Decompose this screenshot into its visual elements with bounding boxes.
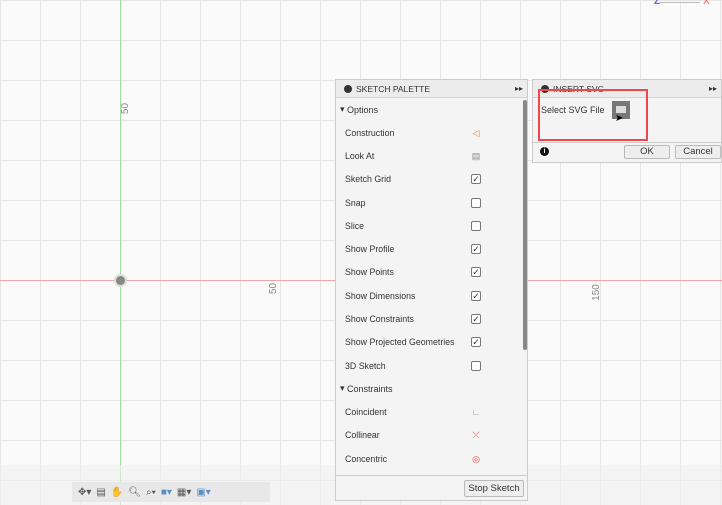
viewports-icon[interactable]: ▣▾ <box>196 487 210 498</box>
expand-icon[interactable]: ▸▸ <box>515 84 523 93</box>
highlight-box <box>538 89 648 141</box>
checkbox[interactable] <box>471 197 481 208</box>
checkbox[interactable]: ✓ <box>471 290 481 301</box>
collinear-icon[interactable]: ⤫ <box>471 430 481 440</box>
constraint-concentric[interactable]: Concentric ◎ <box>336 447 527 470</box>
option-label: Show Projected Geometries <box>345 337 455 348</box>
stop-sketch-button[interactable]: Stop Sketch <box>464 480 524 497</box>
constraints-label: Constraints <box>347 383 393 394</box>
sketch-palette-title: SKETCH PALETTE <box>356 83 430 94</box>
pan-icon[interactable]: ✋ <box>111 487 123 498</box>
option-sketch-grid[interactable]: Sketch Grid ✓ <box>336 168 527 191</box>
options-section-header[interactable]: ▾ Options <box>336 98 527 121</box>
constraint-label: Concentric <box>345 453 388 464</box>
collapse-icon[interactable] <box>344 84 352 93</box>
insert-svg-dialog: INSERT SVG ▸▸ Select SVG File ➤ i OK Canc… <box>532 79 722 163</box>
cancel-button[interactable]: Cancel <box>675 145 721 159</box>
option-label: Sketch Grid <box>345 174 391 185</box>
palette-scrollbar[interactable] <box>523 100 527 350</box>
option-label: Construction <box>345 127 395 138</box>
viewcube-z[interactable]: Z <box>654 0 660 7</box>
grid-settings-icon[interactable]: ▦▾ <box>177 487 191 498</box>
y-axis <box>120 0 121 505</box>
constraint-label: Coincident <box>345 406 387 417</box>
option-snap[interactable]: Snap <box>336 191 527 214</box>
checkbox[interactable]: ✓ <box>471 174 481 185</box>
info-icon[interactable]: i <box>540 147 549 156</box>
coincident-icon[interactable]: ∟ <box>471 407 481 417</box>
axis-label: 50 <box>268 282 280 295</box>
checkbox[interactable] <box>471 360 481 371</box>
viewcube-x[interactable]: X <box>703 0 710 7</box>
construction-icon[interactable]: ◁ <box>471 128 481 138</box>
option-label: 3D Sketch <box>345 360 386 371</box>
sketch-palette-header[interactable]: SKETCH PALETTE ▸▸ <box>336 80 527 98</box>
option-label: Look At <box>345 150 375 161</box>
option-label: Show Dimensions <box>345 290 416 301</box>
sketch-palette: SKETCH PALETTE ▸▸ ▾ Options Construction ◁… <box>335 79 528 501</box>
checkbox[interactable]: ✓ <box>471 337 481 348</box>
checkbox[interactable]: ✓ <box>471 267 481 278</box>
axis-label: 50 <box>120 102 132 115</box>
origin-point[interactable] <box>114 274 127 287</box>
option-show-projected-geometries[interactable]: Show Projected Geometries ✓ <box>336 331 527 354</box>
checkbox[interactable]: ✓ <box>471 314 481 325</box>
expand-icon[interactable]: ▸▸ <box>709 84 717 93</box>
zoom-window-icon[interactable]: ⌕▾ <box>146 487 156 498</box>
look-at-icon[interactable]: ▤ <box>96 487 105 498</box>
divider <box>336 475 527 476</box>
option-construction[interactable]: Construction ◁ <box>336 121 527 144</box>
option-show-profile[interactable]: Show Profile ✓ <box>336 237 527 260</box>
axis-label: 150 <box>590 284 602 301</box>
constraints-section-header[interactable]: ▾ Constraints <box>336 377 527 400</box>
zoom-icon[interactable]: 🔍︎ <box>128 487 141 498</box>
option-show-constraints[interactable]: Show Constraints ✓ <box>336 307 527 330</box>
option-label: Slice <box>345 220 365 231</box>
option-slice[interactable]: Slice <box>336 214 527 237</box>
divider <box>533 142 721 143</box>
checkbox[interactable] <box>471 220 481 231</box>
ok-button[interactable]: OK <box>624 145 670 159</box>
concentric-icon[interactable]: ◎ <box>471 454 481 464</box>
viewcube-edge <box>660 2 700 3</box>
look-at-icon[interactable]: ▤ <box>471 151 481 161</box>
display-settings-icon[interactable]: ■▾ <box>161 487 172 498</box>
options-label: Options <box>347 104 379 115</box>
constraint-coincident[interactable]: Coincident ∟ <box>336 400 527 423</box>
option-label: Show Constraints <box>345 314 414 325</box>
option-show-dimensions[interactable]: Show Dimensions ✓ <box>336 284 527 307</box>
option-label: Show Profile <box>345 244 395 255</box>
option-label: Snap <box>345 197 366 208</box>
orbit-icon[interactable]: ✥▾ <box>78 487 91 498</box>
option-3d-sketch[interactable]: 3D Sketch <box>336 354 527 377</box>
constraint-collinear[interactable]: Collinear ⤫ <box>336 424 527 447</box>
option-label: Show Points <box>345 267 394 278</box>
checkbox[interactable]: ✓ <box>471 244 481 255</box>
constraint-label: Collinear <box>345 430 380 441</box>
option-show-points[interactable]: Show Points ✓ <box>336 261 527 284</box>
option-look-at[interactable]: Look At ▤ <box>336 144 527 167</box>
navigation-toolbar: ✥▾ ▤ ✋ 🔍︎ ⌕▾ ■▾ ▦▾ ▣▾ <box>72 482 270 502</box>
